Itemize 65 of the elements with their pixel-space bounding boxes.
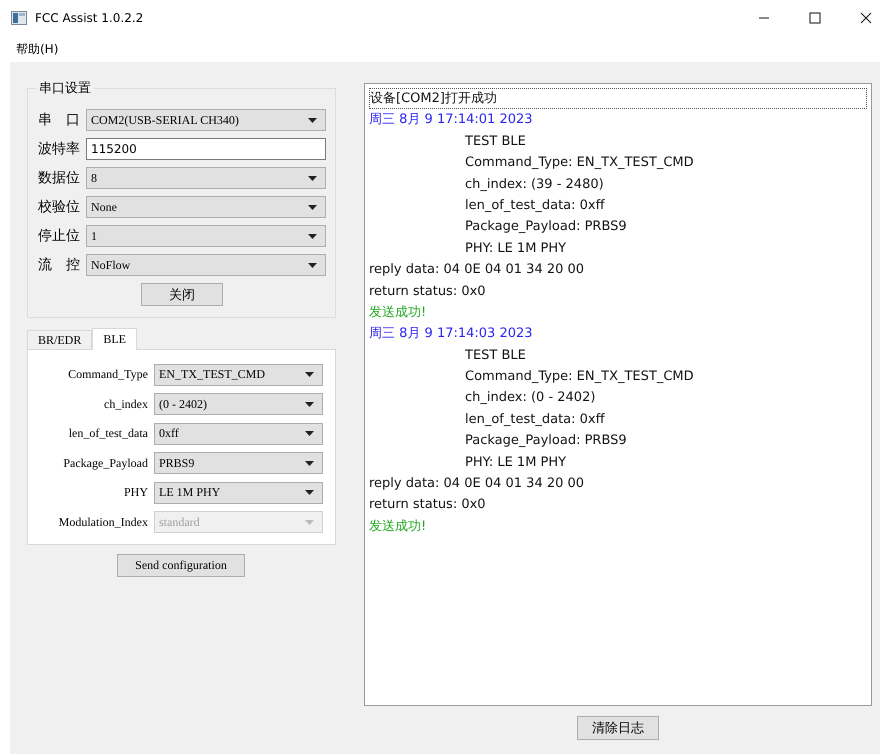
log-line: TEST BLE [464,132,527,151]
field-label: 停止位 [38,227,81,245]
caret-icon [308,234,317,238]
caret-icon [305,431,314,436]
caret-icon [305,520,314,524]
dropdown[interactable]: 8 [86,167,326,189]
caret-icon [308,118,317,122]
field-label: Package_Payload [62,456,149,470]
caret-icon [308,204,317,210]
maximize-icon[interactable] [809,12,821,24]
field-label: Command_Type [67,367,149,382]
log-line: ch_index: (0 - 2402) [464,389,596,408]
field-label: 波特率 [38,140,81,158]
window-title: FCC Assist 1.0.2.2 [35,11,144,25]
dropdown[interactable]: NoFlow [86,254,326,276]
dropdown[interactable]: LE 1M PHY [154,482,323,504]
log-line: Package_Payload: PRBS9 [464,432,628,450]
log-line: Package_Payload: PRBS9 [464,218,628,236]
caret-icon [305,490,314,495]
field-label: ch_index [103,396,149,412]
field-label: PHY [122,485,149,500]
field-label: len_of_test_data [68,426,149,441]
send-configuration-button[interactable]: Send configuration [117,554,245,577]
dropdown[interactable]: (0 - 2402) [154,393,323,415]
log-line: len_of_test_data: 0xff [464,410,606,429]
caret-icon [308,176,317,180]
log-line: reply data: 04 0E 04 01 34 20 00 [369,261,586,280]
log-line: PHY: LE 1M PHY [464,454,568,472]
caret-icon [308,262,317,268]
dropdown[interactable]: EN_TX_TEST_CMD [154,364,323,386]
field-label: 流 控 [38,256,81,274]
group-title: 串口设置 [36,79,94,97]
caret-icon [305,460,314,466]
log-line: reply data: 04 0E 04 01 34 20 00 [369,475,586,494]
menu-item[interactable]: 帮助(H) [16,40,58,58]
log-line: 发送成功! [369,304,428,322]
field-label: Modulation_Index [58,514,149,530]
tab[interactable]: BR/EDR [27,330,92,349]
log-line: ch_index: (39 - 2480) [464,176,605,194]
dropdown[interactable]: COM2(USB-SERIAL CH340) [86,109,326,131]
log-line: PHY: LE 1M PHY [464,240,568,258]
input-field[interactable]: 115200 [86,138,326,160]
close-icon[interactable] [860,12,872,24]
dropdown[interactable]: 0xff [154,422,323,444]
log-line: TEST BLE [464,346,527,365]
app-icon [11,11,27,25]
log-line: 发送成功! [369,518,428,536]
dropdown[interactable]: PRBS9 [154,452,323,474]
log-line: Command_Type: EN_TX_TEST_CMD [464,368,695,386]
dropdown[interactable]: 1 [86,225,326,247]
caret-icon [305,402,314,406]
close-port-button[interactable]: 关闭 [141,283,223,306]
log-line: 周三 8月 9 17:14:01 2023 [369,111,534,130]
log-line: Command_Type: EN_TX_TEST_CMD [464,154,695,172]
tab[interactable]: BLE [92,328,138,350]
field-label: 校验位 [38,198,81,216]
field-label: 串 口 [38,111,81,129]
log-line: return status: 0x0 [369,282,487,301]
log-line: 周三 8月 9 17:14:03 2023 [369,325,534,344]
log-line: len_of_test_data: 0xff [464,196,606,215]
clear-log-button[interactable]: 清除日志 [577,716,659,740]
caret-icon [305,372,314,377]
dropdown[interactable]: None [86,196,326,218]
log-line: return status: 0x0 [369,496,487,514]
field-label: 数据位 [38,169,81,187]
